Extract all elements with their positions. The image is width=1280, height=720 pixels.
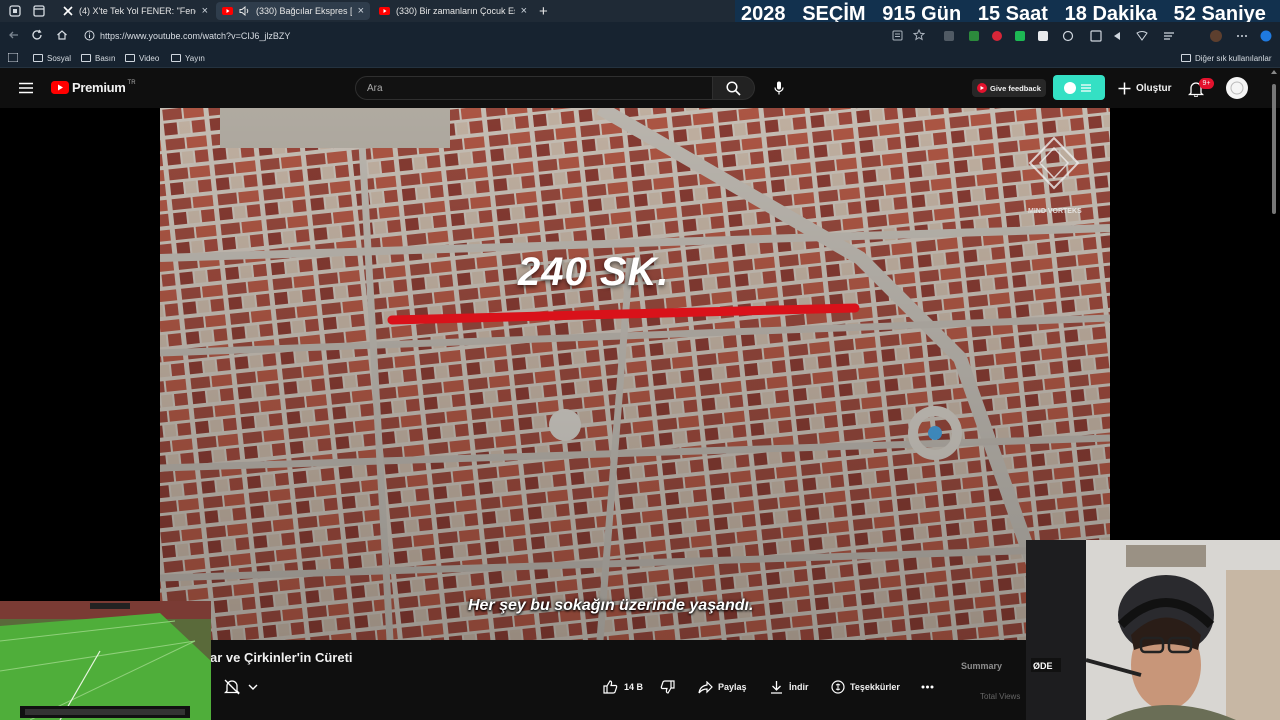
give-feedback-button[interactable]: Give feedback [972, 79, 1046, 97]
streamer-webcam: ØDE [1026, 540, 1280, 720]
logo-text: Premium [72, 80, 126, 95]
search-button[interactable] [713, 76, 755, 100]
reader-view-icon[interactable] [892, 30, 903, 41]
football-pitch-image [0, 601, 211, 720]
page-scrollbar[interactable] [1268, 68, 1280, 568]
favorite-star-icon[interactable] [913, 29, 925, 41]
total-views-label: Total Views [980, 692, 1021, 701]
folder-icon [33, 54, 43, 62]
street-name-label: 240 SK. [518, 250, 670, 294]
bookmark-label: Basın [95, 53, 116, 63]
toggle-icon [1064, 81, 1091, 94]
tab-title: (330) Bir zamanların Çocuk Esirge [396, 6, 515, 16]
close-tab-icon[interactable]: × [358, 5, 364, 17]
folder-icon [81, 54, 91, 62]
bookmark-folder-basin[interactable]: Basın [81, 52, 115, 64]
search-input[interactable]: Ara [355, 76, 713, 100]
bookmarks-menu-icon[interactable] [8, 53, 18, 62]
url-field[interactable]: https://www.youtube.com/watch?v=CIJ6_jlz… [80, 27, 890, 44]
create-button[interactable]: Oluştur [1118, 79, 1172, 97]
thanks-label: Teşekkürler [850, 682, 900, 692]
more-actions-button[interactable] [921, 677, 934, 697]
home-icon[interactable] [56, 29, 68, 41]
download-icon [771, 681, 782, 694]
video-title: ar ve Çirkinler'in Cüreti [210, 650, 353, 665]
more-horizontal-icon [921, 685, 934, 689]
subscription-bell-button[interactable] [224, 677, 258, 697]
voice-search-button[interactable] [768, 77, 790, 99]
webcam-feed-image: ØDE [1026, 540, 1280, 720]
create-label: Oluştur [1136, 82, 1172, 94]
folder-icon [1181, 54, 1191, 62]
like-count: 14 B [624, 682, 644, 692]
share-button[interactable]: Paylaş [698, 677, 747, 697]
tab-title: (4) X'te Tek Yol FENER: "Fenerbahçe [79, 6, 196, 16]
avatar[interactable] [1226, 77, 1248, 99]
refresh-icon[interactable] [31, 29, 43, 41]
aerial-city-map-image [160, 108, 1110, 640]
thumbs-down-icon [660, 680, 675, 694]
dislike-button[interactable] [660, 677, 675, 697]
bookmark-folder-sosyal[interactable]: Sosyal [33, 52, 71, 64]
plus-icon [1118, 82, 1131, 94]
svg-text:ØDE: ØDE [1033, 661, 1053, 671]
chevron-down-icon [248, 684, 258, 690]
bookmark-label: Diğer sık kullanılanlar [1195, 53, 1272, 63]
microphone-icon [774, 81, 784, 95]
speaker-icon[interactable] [239, 6, 250, 17]
close-tab-icon[interactable]: × [521, 5, 527, 17]
close-tab-icon[interactable]: × [202, 5, 208, 17]
youtube-icon [379, 6, 390, 17]
thanks-button[interactable]: Teşekkürler [831, 677, 900, 697]
share-label: Paylaş [718, 682, 747, 692]
bookmark-folder-other[interactable]: Diğer sık kullanılanlar [1181, 52, 1271, 64]
folder-icon [125, 54, 135, 62]
feedback-label: Give feedback [990, 83, 1041, 93]
summary-label: Summary [961, 661, 1003, 671]
download-button[interactable]: İndir [770, 677, 809, 697]
youtube-icon [222, 6, 233, 17]
video-frame[interactable] [160, 108, 1110, 640]
back-icon[interactable] [8, 29, 20, 41]
x-icon [62, 6, 73, 17]
region-code: TR [127, 80, 136, 86]
feedback-icon [977, 83, 987, 93]
football-game-overlay [0, 601, 211, 720]
tab-title: (330) Bağcılar Ekspres [3] Dar [256, 6, 352, 16]
youtube-premium-logo[interactable]: Premium TR [51, 80, 136, 95]
share-icon [698, 680, 713, 693]
youtube-logo-icon [51, 81, 69, 94]
extensions-toolbar [944, 30, 1274, 42]
bookmark-label: Sosyal [47, 53, 72, 63]
thumbs-up-icon [603, 680, 618, 694]
bell-off-icon [224, 679, 240, 695]
hamburger-menu-icon[interactable] [19, 82, 33, 94]
url-text: https://www.youtube.com/watch?v=CIJ6_jlz… [100, 30, 291, 41]
download-label: İndir [789, 682, 809, 692]
tab-bagcilar-ekspres[interactable]: (330) Bağcılar Ekspres [3] Dar × [216, 2, 370, 20]
video-subtitle: Her şey bu sokağın üzerinde yaşandı. [468, 597, 754, 614]
tab-cocuk-esirgeme[interactable]: (330) Bir zamanların Çocuk Esirge × [373, 2, 533, 20]
super-thanks-icon [831, 680, 845, 694]
bookmark-folder-video[interactable]: Video [125, 52, 159, 64]
folder-icon [171, 54, 181, 62]
search-icon [726, 80, 741, 96]
bookmark-folder-yayin[interactable]: Yayın [171, 52, 205, 64]
search-placeholder: Ara [367, 82, 383, 94]
like-button[interactable]: 14 B [603, 677, 643, 697]
bookmark-label: Yayın [185, 53, 205, 63]
tab-x[interactable]: (4) X'te Tek Yol FENER: "Fenerbahçe × [56, 2, 214, 20]
workspaces-icon[interactable] [8, 4, 22, 18]
extension-toggle[interactable] [1053, 75, 1105, 100]
notification-count-badge: 9+ [1199, 78, 1214, 89]
bookmark-label: Video [139, 53, 160, 63]
new-tab-icon[interactable]: + [539, 3, 548, 20]
channel-watermark: MIND VORTEKS [1028, 208, 1082, 215]
site-info-icon[interactable] [84, 30, 95, 41]
tab-actions-icon[interactable] [32, 4, 46, 18]
